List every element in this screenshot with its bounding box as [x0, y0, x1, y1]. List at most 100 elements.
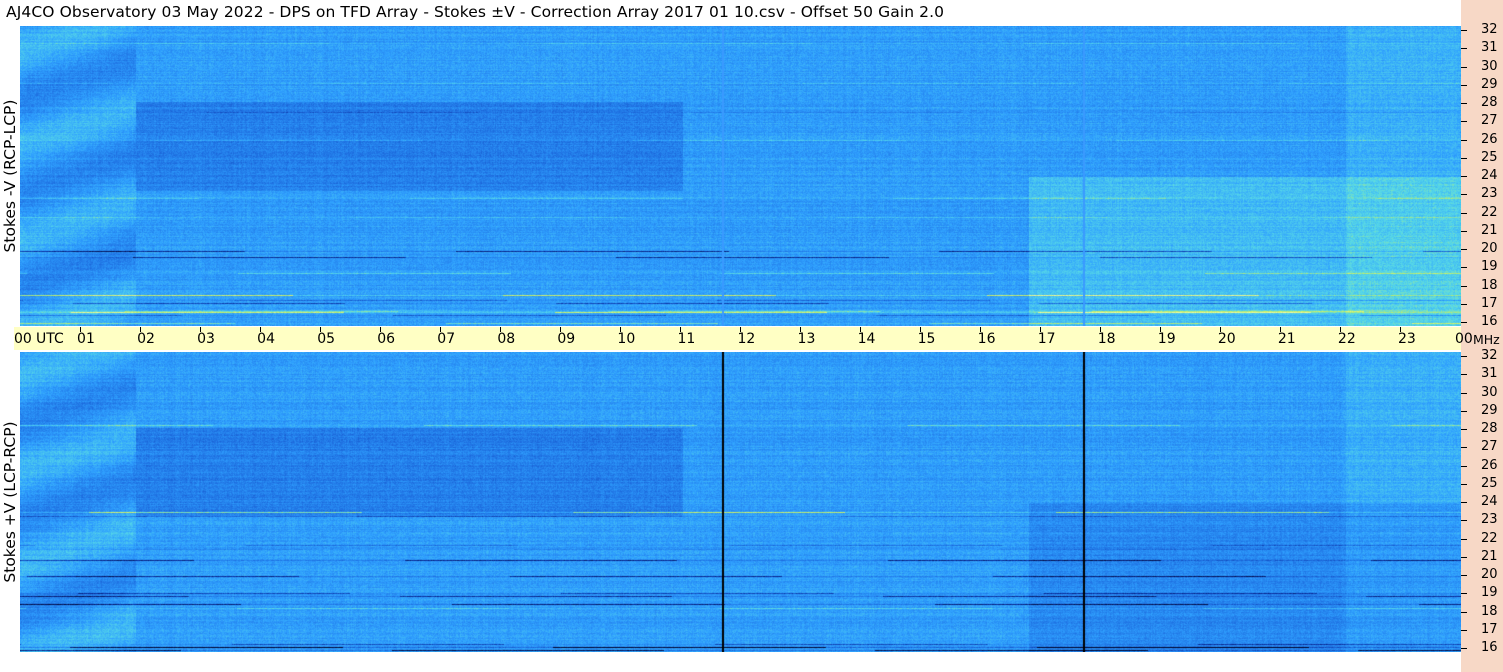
utc-tick-label: 16	[977, 331, 996, 347]
utc-tick-label: 13	[797, 331, 816, 347]
utc-label-end: 00	[1455, 331, 1473, 347]
freq-tick-label: 19	[1481, 259, 1498, 275]
freq-tick-label: 21	[1481, 222, 1498, 238]
utc-tick-label: 19	[1157, 331, 1176, 347]
freq-tick-label: 16	[1481, 640, 1498, 655]
freq-tick-mark	[1461, 556, 1467, 558]
utc-tick-label: 07	[437, 331, 456, 347]
freq-tick-label: 30	[1481, 384, 1498, 400]
freq-tick-label: 25	[1481, 475, 1498, 491]
freq-tick-label: 27	[1481, 439, 1498, 455]
utc-tick-label: 05	[317, 331, 336, 347]
freq-tick-label: 17	[1481, 621, 1498, 637]
freq-tick-mark	[1461, 139, 1467, 141]
freq-tick-label: 24	[1481, 168, 1498, 183]
freq-tick-mark	[1461, 322, 1467, 323]
freq-tick-label: 31	[1481, 40, 1498, 56]
bottom-ylabel-wrap: Stokes +V (LCP-RCP)	[0, 352, 20, 652]
freq-tick-label: 26	[1481, 457, 1498, 473]
freq-tick-label: 23	[1481, 512, 1498, 528]
utc-tick-label: 04	[257, 331, 275, 347]
freq-tick-label: 20	[1481, 567, 1498, 582]
freq-tick-mark	[1461, 410, 1467, 412]
freq-tick-label: 19	[1481, 585, 1498, 601]
freq-tick-label: 28	[1481, 95, 1498, 110]
top-panel-ylabel: Stokes -V (RCP-LCP)	[1, 99, 19, 253]
freq-tick-mark	[1461, 230, 1467, 232]
spectrogram-top	[20, 26, 1461, 326]
utc-tick-label: 14	[857, 331, 876, 347]
utc-unit-label: UTC	[36, 331, 64, 347]
freq-tick-label: 22	[1481, 204, 1498, 220]
utc-tick-label: 08	[497, 331, 516, 347]
freq-tick-mark	[1461, 538, 1467, 540]
freq-tick-label: 28	[1481, 421, 1498, 436]
freq-tick-mark	[1461, 520, 1467, 522]
freq-tick-mark	[1461, 176, 1467, 177]
spectrogram-bottom-canvas	[20, 352, 1461, 652]
freq-tick-mark	[1461, 30, 1467, 31]
freq-tick-label: 26	[1481, 131, 1498, 147]
freq-tick-mark	[1461, 465, 1467, 467]
freq-tick-mark	[1461, 212, 1467, 214]
freq-tick-mark	[1461, 483, 1467, 485]
mhz-unit-label: MHz	[1473, 332, 1500, 347]
utc-tick-label: 10	[617, 331, 636, 347]
freq-tick-label: 18	[1481, 603, 1498, 619]
utc-tick-label: 20	[1217, 331, 1236, 347]
freq-tick-label: 21	[1481, 548, 1498, 564]
freq-tick-label: 25	[1481, 149, 1498, 165]
spectrogram-bottom	[20, 352, 1461, 652]
utc-tick-label: 09	[557, 331, 576, 347]
freq-tick-mark	[1461, 66, 1467, 68]
freq-tick-mark	[1461, 303, 1467, 305]
utc-tick-label: 12	[737, 331, 756, 347]
freq-tick-label: 17	[1481, 295, 1498, 311]
bottom-panel-ylabel: Stokes +V (LCP-RCP)	[1, 421, 19, 583]
freq-tick-mark	[1461, 575, 1467, 576]
freq-tick-label: 30	[1481, 58, 1498, 74]
freq-tick-mark	[1461, 103, 1467, 104]
freq-tick-mark	[1461, 611, 1467, 613]
freq-tick-mark	[1461, 648, 1467, 649]
freq-tick-mark	[1461, 374, 1467, 376]
freq-tick-mark	[1461, 502, 1467, 503]
utc-tick-label: 01	[77, 331, 95, 347]
freq-tick-label: 27	[1481, 113, 1498, 129]
freq-tick-label: 24	[1481, 494, 1498, 509]
utc-tick-label: 18	[1097, 331, 1116, 347]
utc-tick-label: 17	[1037, 331, 1056, 347]
utc-tick-label: 21	[1277, 331, 1296, 347]
freq-tick-label: 20	[1481, 241, 1498, 256]
utc-tick-label: 22	[1337, 331, 1356, 347]
freq-tick-label: 31	[1481, 366, 1498, 382]
freq-tick-mark	[1461, 429, 1467, 430]
freq-tick-label: 23	[1481, 186, 1498, 202]
utc-tick-label: 06	[377, 331, 396, 347]
utc-tick-label: 11	[677, 331, 696, 347]
freq-tick-mark	[1461, 84, 1467, 86]
spectrogram-top-canvas	[20, 26, 1461, 326]
freq-tick-mark	[1461, 157, 1467, 159]
freq-tick-mark	[1461, 285, 1467, 287]
utc-axis: 00 UTC 01 02 03 04 05 06 07 08 09 10 11 12 13 14 15 16 17 1…	[14, 327, 1461, 350]
freq-tick-label: 29	[1481, 76, 1498, 92]
utc-tick-label: 23	[1397, 331, 1416, 347]
freq-tick-label: 32	[1481, 348, 1498, 363]
freq-tick-mark	[1461, 392, 1467, 394]
freq-tick-mark	[1461, 48, 1467, 50]
freq-tick-mark	[1461, 267, 1467, 269]
freq-tick-mark	[1461, 249, 1467, 250]
freq-tick-mark	[1461, 121, 1467, 123]
freq-tick-label: 16	[1481, 314, 1498, 329]
freq-tick-label: 22	[1481, 530, 1498, 546]
freq-tick-mark	[1461, 593, 1467, 595]
freq-tick-label: 32	[1481, 22, 1498, 37]
utc-tick-label: 15	[917, 331, 936, 347]
title-bar: AJ4CO Observatory 03 May 2022 - DPS on T…	[0, 0, 1461, 26]
utc-tick-label: 03	[197, 331, 215, 347]
chart-title: AJ4CO Observatory 03 May 2022 - DPS on T…	[6, 3, 945, 21]
freq-tick-mark	[1461, 447, 1467, 449]
freq-tick-label: 18	[1481, 277, 1498, 293]
top-ylabel-wrap: Stokes -V (RCP-LCP)	[0, 26, 20, 326]
